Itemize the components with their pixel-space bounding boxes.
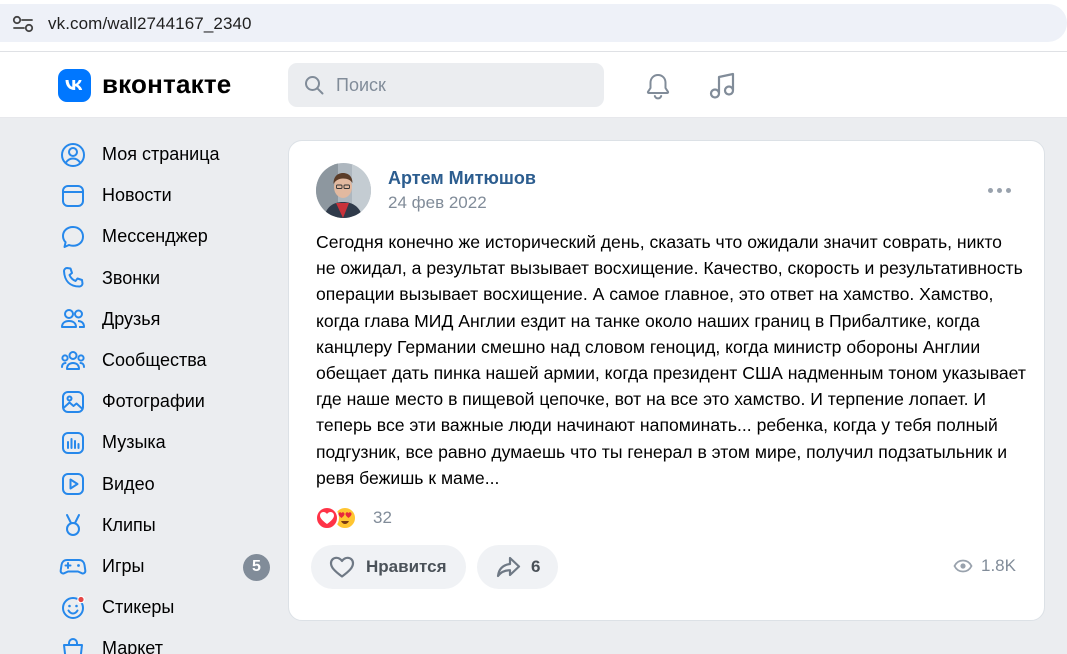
sidebar-item-label: Клипы xyxy=(102,514,156,535)
music-icon xyxy=(58,428,88,458)
games-count-badge: 5 xyxy=(243,553,270,581)
share-arrow-icon xyxy=(496,556,521,578)
url-text[interactable]: vk.com/wall2744167_2340 xyxy=(48,14,252,34)
post-date[interactable]: 24 фев 2022 xyxy=(388,193,487,213)
post-reactions[interactable]: 32 xyxy=(315,504,392,532)
sidebar-item-stickers[interactable]: Стикеры xyxy=(58,587,278,628)
photos-icon xyxy=(58,387,88,417)
shares-count: 6 xyxy=(531,557,541,576)
sidebar-item-label: Видео xyxy=(102,473,155,494)
phone-icon xyxy=(58,263,88,293)
more-dot xyxy=(988,187,993,193)
views-count: 1.8K xyxy=(981,556,1016,575)
friends-icon xyxy=(58,304,88,334)
sidebar-item-label: Моя страница xyxy=(102,144,220,165)
sidebar-item-music[interactable]: Музыка xyxy=(58,422,278,463)
sidebar-item-label: Стикеры xyxy=(102,597,175,618)
sidebar-item-label: Музыка xyxy=(102,432,166,453)
sidebar-item-video[interactable]: Видео xyxy=(58,464,278,505)
browser-address-bar: vk.com/wall2744167_2340 xyxy=(0,0,1067,52)
search-box[interactable] xyxy=(288,63,604,107)
clips-icon xyxy=(58,510,88,540)
heart-reaction-icon xyxy=(315,506,339,530)
site-settings-icon[interactable] xyxy=(12,15,34,33)
more-dot xyxy=(997,187,1002,193)
sidebar-item-news[interactable]: Новости xyxy=(58,175,278,216)
sidebar-item-label: Новости xyxy=(102,185,172,206)
post-views: 1.8K xyxy=(953,556,1016,576)
more-dot xyxy=(1006,187,1011,193)
eye-icon xyxy=(953,559,973,573)
sidebar-item-label: Сообщества xyxy=(102,350,207,371)
sidebar-item-messenger[interactable]: Мессенджер xyxy=(58,216,278,257)
like-button-label: Нравится xyxy=(366,557,447,576)
like-button[interactable]: Нравится xyxy=(311,545,466,589)
profile-icon xyxy=(58,140,88,170)
video-icon xyxy=(58,469,88,499)
left-sidebar: Моя страница Новости Мессенджер Звонки Д… xyxy=(58,134,278,654)
sidebar-item-friends[interactable]: Друзья xyxy=(58,299,278,340)
music-player-icon[interactable] xyxy=(707,71,739,101)
sidebar-item-market[interactable]: Маркет xyxy=(58,628,278,654)
stickers-icon xyxy=(58,593,88,623)
reactions-count: 32 xyxy=(373,508,392,527)
sidebar-item-label: Игры xyxy=(102,555,145,576)
share-button[interactable]: 6 xyxy=(477,545,558,589)
post-author-name[interactable]: Артем Митюшов xyxy=(388,168,536,189)
market-icon xyxy=(58,634,88,654)
vk-logo-icon[interactable] xyxy=(58,69,91,102)
games-icon xyxy=(58,551,88,581)
communities-icon xyxy=(58,346,88,376)
author-avatar[interactable] xyxy=(316,163,371,218)
sidebar-item-clips[interactable]: Клипы xyxy=(58,505,278,546)
heart-outline-icon xyxy=(329,556,355,578)
sidebar-item-label: Маркет xyxy=(102,638,163,654)
sidebar-item-communities[interactable]: Сообщества xyxy=(58,340,278,381)
sidebar-item-my-page[interactable]: Моя страница xyxy=(58,134,278,175)
vk-wordmark[interactable]: вконтакте xyxy=(102,69,231,100)
url-field[interactable]: vk.com/wall2744167_2340 xyxy=(0,4,1067,42)
sidebar-item-label: Звонки xyxy=(102,267,161,288)
newsfeed-icon xyxy=(58,181,88,211)
sidebar-item-calls[interactable]: Звонки xyxy=(58,258,278,299)
post-more-options-button[interactable] xyxy=(988,181,1014,199)
sidebar-item-label: Друзья xyxy=(102,308,161,329)
sidebar-item-games[interactable]: Игры 5 xyxy=(58,546,278,587)
search-icon xyxy=(305,76,324,95)
vk-header: вконтакте xyxy=(0,52,1067,118)
sidebar-item-photos[interactable]: Фотографии xyxy=(58,381,278,422)
sidebar-item-label: Мессенджер xyxy=(102,226,208,247)
sidebar-item-label: Фотографии xyxy=(102,391,205,412)
search-input[interactable] xyxy=(336,63,596,107)
post-text: Сегодня конечно же исторический день, ск… xyxy=(316,232,1026,488)
wall-post: Артем Митюшов 24 фев 2022 Сегодня конечн… xyxy=(288,140,1045,621)
messenger-icon xyxy=(58,222,88,252)
notifications-bell-icon[interactable] xyxy=(643,71,673,101)
